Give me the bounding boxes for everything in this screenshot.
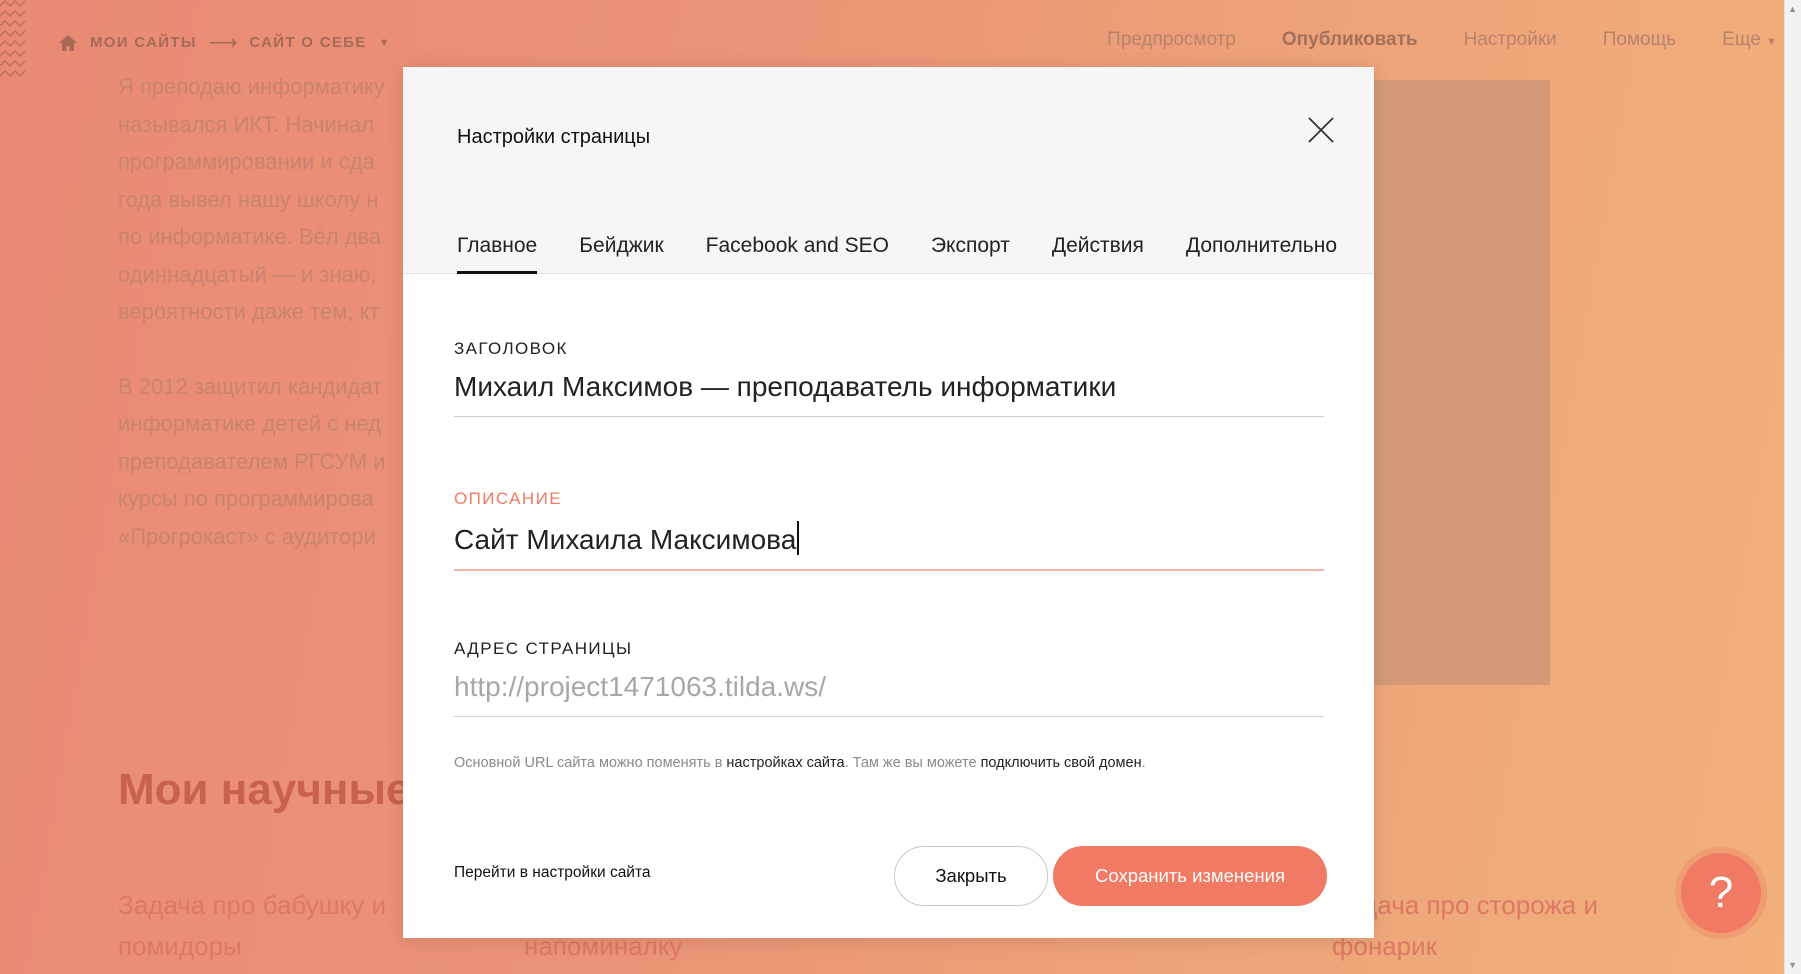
page-settings-modal: Настройки страницы Главное Бейджик Faceb…	[403, 67, 1374, 938]
site-settings-hint-link[interactable]: настройках сайта	[726, 755, 844, 771]
title-label: ЗАГОЛОВОК	[454, 339, 568, 358]
go-to-site-settings-link[interactable]: Перейти в настройки сайта	[454, 864, 651, 882]
bio-line: по информатике. Вёл два	[118, 224, 382, 249]
tab-facebook-seo[interactable]: Facebook and SEO	[706, 234, 889, 273]
bio-line: одиннадцатый — и знаю,	[118, 261, 377, 287]
nav-publish[interactable]: Опубликовать	[1282, 29, 1418, 51]
section-heading: Мои научные	[118, 765, 403, 814]
chevron-down-icon[interactable]: ▼	[379, 37, 391, 49]
bio-line: вероятности даже тем, кт	[118, 299, 380, 324]
bio-line: назывался ИКТ. Начинал	[118, 111, 375, 137]
nav-settings[interactable]: Настройки	[1464, 29, 1557, 51]
tab-advanced[interactable]: Дополнительно	[1186, 234, 1337, 273]
home-icon[interactable]	[58, 33, 78, 53]
title-input[interactable]: Михаил Максимов — преподаватель информат…	[454, 359, 1324, 416]
address-input[interactable]: http://project1471063.tilda.ws/	[454, 659, 1324, 716]
modal-title: Настройки страницы	[457, 126, 651, 148]
description-field: ОПИСАНИЕ Сайт Михаила Максимова	[454, 489, 1324, 571]
address-underline	[454, 716, 1324, 717]
bio-line: года вывел нашу школу н	[118, 186, 379, 212]
bio-line: Я преподаю информатику	[118, 74, 385, 99]
bio-line: программировании и сда	[118, 149, 375, 174]
scrollbar[interactable]: ▲ ▼	[1784, 0, 1801, 974]
title-field: ЗАГОЛОВОК Михаил Максимов — преподавател…	[454, 339, 1324, 417]
bio-line: курсы по программирова	[118, 486, 374, 511]
nav-help[interactable]: Помощь	[1603, 29, 1676, 51]
modal-tabs: Главное Бейджик Facebook and SEO Экспорт…	[457, 234, 1337, 274]
modal-header: Настройки страницы Главное Бейджик Faceb…	[403, 67, 1374, 274]
bio-line: «Прогрокаст» с аудитори	[118, 523, 376, 549]
nav-preview[interactable]: Предпросмотр	[1107, 29, 1236, 51]
chevron-down-icon: ▼	[1766, 36, 1777, 48]
description-label: ОПИСАНИЕ	[454, 489, 562, 508]
connect-domain-link[interactable]: подключить свой домен	[981, 755, 1142, 771]
breadcrumb: МОИ САЙТЫ ⟶ САЙТ О СЕБЕ ▼	[58, 30, 391, 55]
text-cursor	[797, 521, 800, 555]
title-underline	[454, 416, 1324, 417]
close-button[interactable]: Закрыть	[894, 846, 1048, 906]
scroll-down-icon[interactable]: ▼	[1788, 960, 1797, 970]
tab-actions[interactable]: Действия	[1052, 234, 1144, 273]
bio-line: преподавателем РГСУМ и	[118, 448, 386, 474]
address-field: АДРЕС СТРАНИЦЫ http://project1471063.til…	[454, 639, 1324, 717]
url-hint: Основной URL сайта можно поменять в наст…	[454, 755, 1146, 771]
tab-main[interactable]: Главное	[457, 234, 538, 274]
top-nav: Предпросмотр Опубликовать Настройки Помо…	[1107, 29, 1777, 51]
breadcrumb-current-site[interactable]: САЙТ О СЕБЕ	[249, 34, 366, 51]
breadcrumb-my-sites[interactable]: МОИ САЙТЫ	[90, 34, 197, 51]
description-input[interactable]: Сайт Михаила Максимова	[454, 509, 1324, 569]
profile-photo	[1360, 80, 1550, 685]
breadcrumb-arrow-icon: ⟶	[208, 32, 238, 54]
close-icon[interactable]	[1306, 115, 1336, 145]
nav-more[interactable]: Еще ▼	[1722, 29, 1777, 51]
save-button[interactable]: Сохранить изменения	[1053, 846, 1327, 906]
address-label: АДРЕС СТРАНИЦЫ	[454, 639, 633, 658]
description-underline	[454, 569, 1324, 571]
article-link[interactable]: Задача про бабушку и помидоры	[118, 885, 386, 967]
bio-text: Я преподаю информатику назывался ИКТ. На…	[118, 68, 418, 592]
bio-line: информатике детей с нед	[118, 411, 382, 436]
bio-line: В 2012 защитил кандидат	[118, 373, 383, 399]
scroll-up-icon[interactable]: ▲	[1788, 4, 1797, 14]
tab-badge[interactable]: Бейджик	[579, 234, 663, 273]
help-button[interactable]: ?	[1681, 853, 1761, 933]
tab-export[interactable]: Экспорт	[931, 234, 1010, 273]
